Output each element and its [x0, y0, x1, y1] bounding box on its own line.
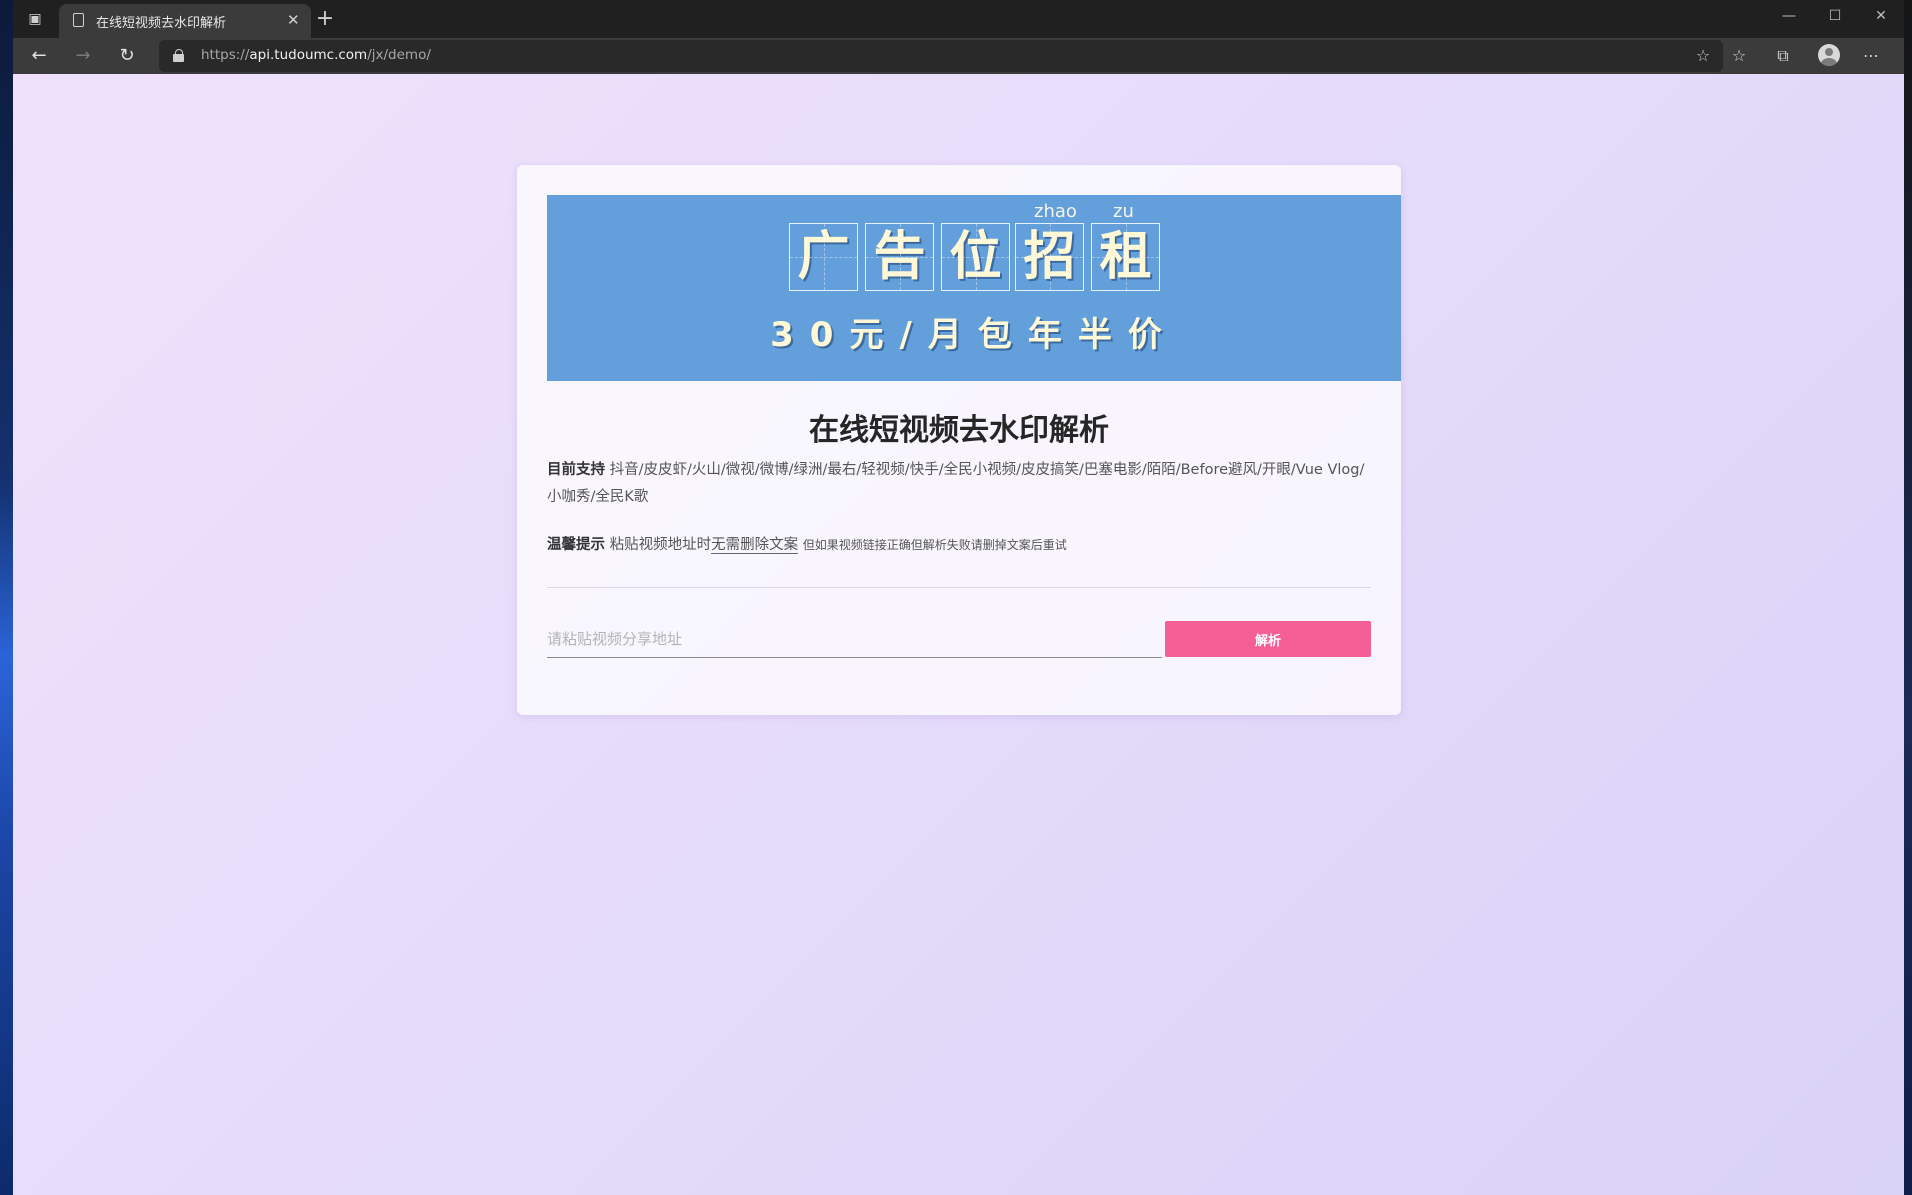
- collections-icon[interactable]: ⧉: [1769, 42, 1797, 70]
- new-tab-icon[interactable]: +: [311, 5, 339, 33]
- tip-note: 但如果视频链接正确但解析失败请删掉文案后重试: [802, 538, 1067, 552]
- desktop-wallpaper-left: [0, 0, 13, 1195]
- ad-banner[interactable]: zhao zu 广 告 位 招 租 30元/月包年半价: [547, 195, 1401, 381]
- parse-button[interactable]: 解析: [1165, 621, 1371, 657]
- lock-icon[interactable]: [173, 49, 185, 62]
- tip-text: 粘贴视频地址时: [609, 537, 712, 553]
- banner-pinyin: zhao: [1034, 201, 1077, 222]
- banner-char: 位: [941, 223, 1010, 291]
- desktop-wallpaper-right: [1904, 0, 1912, 1195]
- page-icon: [73, 13, 84, 27]
- maximize-icon[interactable]: ☐: [1812, 0, 1858, 32]
- more-options-icon[interactable]: ⋯: [1857, 42, 1885, 70]
- tip-emphasis: 无需删除文案: [711, 537, 799, 554]
- forward-icon[interactable]: →: [69, 42, 97, 70]
- active-tab[interactable]: 在线短视频去水印解析 ✕: [59, 4, 311, 38]
- close-window-icon[interactable]: ✕: [1858, 0, 1904, 32]
- profile-avatar[interactable]: [1818, 44, 1840, 66]
- address-bar[interactable]: https://api.tudoumc.com/jx/demo/ ☆: [159, 40, 1723, 72]
- page-viewport: zhao zu 广 告 位 招 租 30元/月包年半价 在线短视频去水印解析 目…: [13, 74, 1904, 1195]
- url-text[interactable]: https://api.tudoumc.com/jx/demo/: [201, 47, 431, 63]
- banner-subtitle: 30元/月包年半价: [770, 315, 1178, 355]
- tab-title: 在线短视频去水印解析: [96, 16, 227, 31]
- support-list: 抖音/皮皮虾/火山/微视/微博/绿洲/最右/轻视频/快手/全民小视频/皮皮搞笑/…: [547, 462, 1365, 505]
- add-favorite-icon[interactable]: ☆: [1691, 44, 1715, 68]
- video-url-input[interactable]: [547, 621, 1162, 658]
- tab-actions-icon[interactable]: ▣: [23, 7, 47, 31]
- window-controls: — ☐ ✕: [1766, 0, 1904, 32]
- divider: [547, 587, 1371, 588]
- banner-char: 告: [865, 223, 934, 291]
- close-tab-icon[interactable]: ✕: [287, 11, 300, 29]
- banner-char: 广: [789, 223, 858, 291]
- banner-char: 租: [1091, 223, 1160, 291]
- tab-bar: ▣ 在线短视频去水印解析 ✕ + — ☐ ✕: [13, 0, 1904, 38]
- browser-toolbar: ← → ↻ https://api.tudoumc.com/jx/demo/ ☆…: [13, 38, 1904, 74]
- minimize-icon[interactable]: —: [1766, 0, 1812, 32]
- support-label: 目前支持: [547, 462, 605, 478]
- favorites-icon[interactable]: ☆: [1725, 42, 1753, 70]
- banner-char: 招: [1015, 223, 1084, 291]
- tip-label: 温馨提示: [547, 537, 605, 553]
- usage-tip: 温馨提示 粘贴视频地址时无需删除文案 但如果视频链接正确但解析失败请删掉文案后重…: [547, 532, 1371, 559]
- banner-pinyin: zu: [1113, 201, 1134, 222]
- supported-platforms: 目前支持 抖音/皮皮虾/火山/微视/微博/绿洲/最右/轻视频/快手/全民小视频/…: [547, 457, 1371, 511]
- browser-window: ▣ 在线短视频去水印解析 ✕ + — ☐ ✕ ← → ↻ https://api…: [13, 0, 1904, 1195]
- back-icon[interactable]: ←: [25, 42, 53, 70]
- page-title: 在线短视频去水印解析: [809, 413, 1109, 448]
- main-card: zhao zu 广 告 位 招 租 30元/月包年半价 在线短视频去水印解析 目…: [517, 165, 1401, 715]
- refresh-icon[interactable]: ↻: [113, 42, 141, 70]
